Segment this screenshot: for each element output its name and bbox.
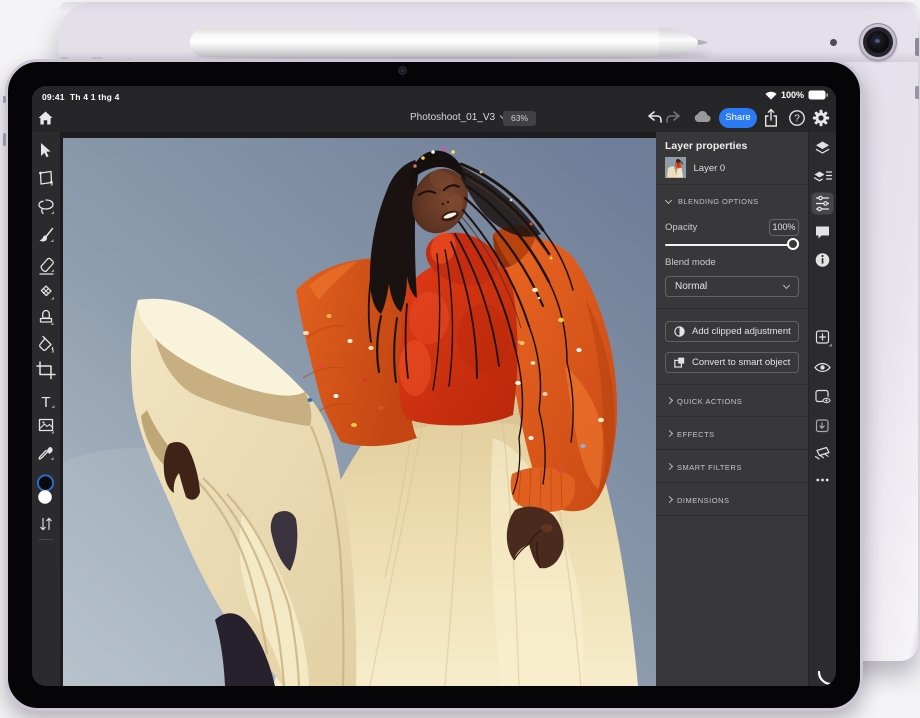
svg-text:T: T <box>41 394 50 411</box>
svg-text:?: ? <box>794 114 800 125</box>
